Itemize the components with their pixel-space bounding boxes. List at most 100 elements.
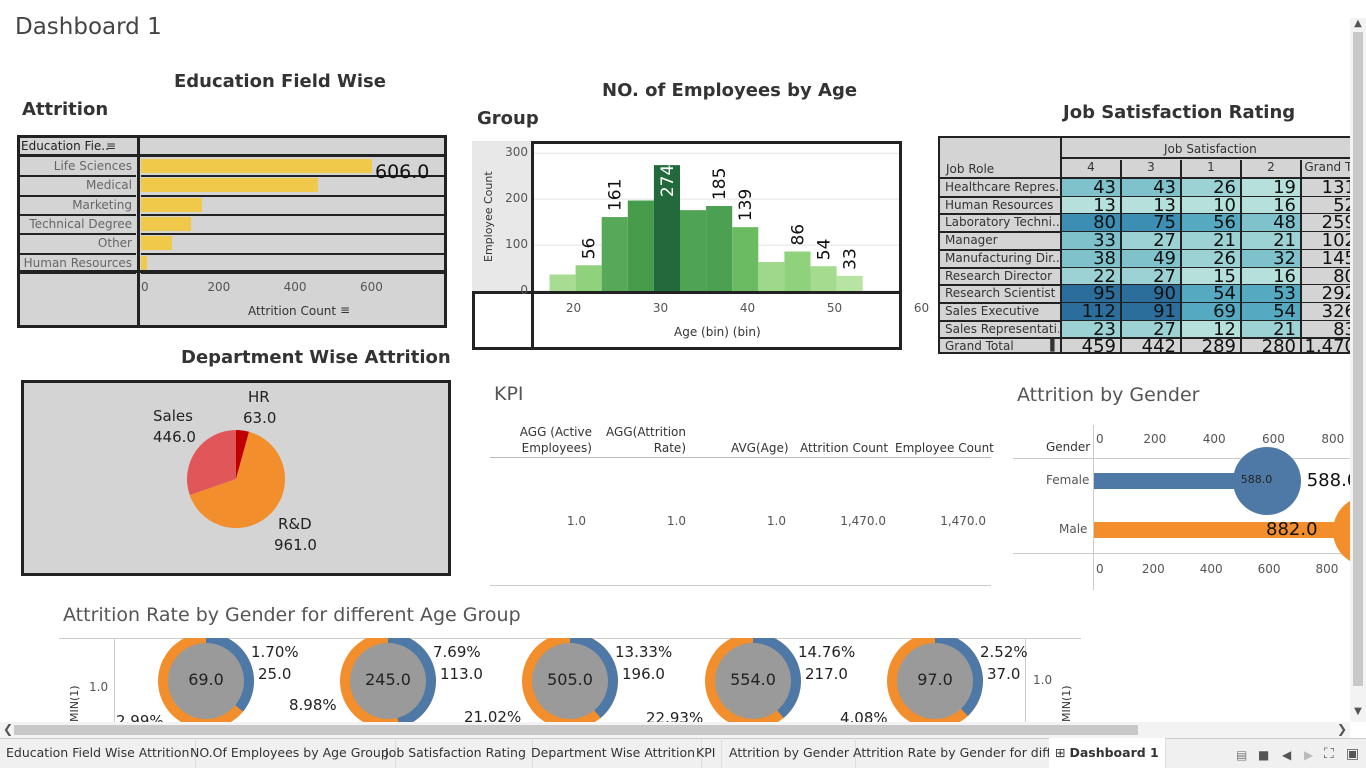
job-rows: Healthcare Repres..43432619131Human Reso… bbox=[940, 179, 1350, 354]
age-bar bbox=[836, 275, 863, 291]
rate-donuts: 69.0 1.70% 25.0 245.0 7.69% 113.0 505.0 13.33% 1… bbox=[0, 638, 1100, 723]
edu-bar bbox=[141, 216, 192, 231]
job-cell: 54 bbox=[1240, 303, 1300, 321]
job-cell: 49 bbox=[1120, 249, 1180, 268]
job-total-cell: 280 bbox=[1240, 338, 1300, 352]
tab-department[interactable]: Department Wise Attrition bbox=[525, 738, 703, 768]
edu-tick-label: 400 bbox=[283, 280, 307, 294]
scroll-down-icon[interactable]: ▼ bbox=[1353, 706, 1363, 720]
job-row-label: Sales Executive bbox=[945, 303, 1040, 318]
dept-label-rd: R&D 961.0 bbox=[274, 515, 317, 554]
rate-donut-value: 97.0 bbox=[917, 670, 953, 689]
gender-value-male: 882.0 bbox=[1266, 519, 1318, 540]
job-total-label: Grand Total bbox=[945, 339, 1014, 354]
job-row-label: Research Scientist bbox=[945, 286, 1056, 301]
edu-data-label: 606.0 bbox=[375, 161, 430, 183]
edu-bar bbox=[141, 236, 173, 251]
filter-icon: ▐ bbox=[1046, 339, 1055, 353]
age-yticks: 300 200 100 0 bbox=[500, 144, 528, 297]
job-cell: 38 bbox=[1060, 249, 1120, 268]
tabs-view-icon[interactable]: ■ bbox=[1258, 748, 1269, 762]
edu-bar bbox=[141, 178, 319, 193]
tab-employees-by-age[interactable]: NO.Of Employees by Age Group bbox=[184, 738, 396, 768]
rate-pct-top: 2.52% bbox=[980, 643, 1028, 661]
gender-inner-label: 588.0 bbox=[1240, 473, 1273, 486]
edu-category-label: Other bbox=[97, 236, 132, 251]
vertical-scrollbar[interactable]: ▲ ▼ bbox=[1350, 18, 1366, 722]
age-bar bbox=[601, 217, 628, 291]
job-row-label: Laboratory Techni.. bbox=[945, 215, 1059, 230]
edu-row-line bbox=[141, 271, 444, 274]
job-table-frame[interactable]: Job Satisfaction Job Role 4312Grand To H… bbox=[938, 136, 1352, 354]
film-strip-icon[interactable]: ▤ bbox=[1236, 748, 1247, 762]
job-column-header: 1 bbox=[1180, 160, 1240, 178]
prev-sheet-icon[interactable]: ◀ bbox=[1282, 748, 1291, 762]
gender-value-female: 588.0 bbox=[1306, 470, 1353, 491]
sort-icon[interactable]: ≡ bbox=[340, 303, 350, 317]
rate-pct-top: 7.69% bbox=[433, 643, 481, 661]
kpi-header-rate: AGG(Attrition Rate) bbox=[606, 425, 686, 455]
tab-attrition-gender[interactable]: Attrition by Gender bbox=[723, 738, 857, 768]
job-column-header: Grand To bbox=[1300, 160, 1350, 178]
job-column-header: 3 bbox=[1120, 160, 1180, 178]
age-bar bbox=[575, 265, 602, 291]
rate-donut-value: 554.0 bbox=[730, 670, 776, 689]
tab-dashboard-label: Dashboard 1 bbox=[1069, 745, 1159, 760]
rate-pct-top: 1.70% bbox=[251, 643, 299, 661]
kpi-header-active: AGG (Active Employees) bbox=[519, 425, 592, 455]
rate-pct-top: 14.76% bbox=[798, 643, 856, 661]
job-row-label: Research Director bbox=[945, 268, 1053, 283]
edu-row-line bbox=[141, 233, 444, 236]
sort-icon[interactable]: ≡ bbox=[106, 139, 116, 153]
job-row-label: Manager bbox=[945, 233, 998, 248]
age-bar-label: 161 bbox=[606, 179, 626, 211]
dept-title: Department Wise Attrition bbox=[181, 347, 451, 368]
next-sheet-icon[interactable]: ▶ bbox=[1304, 748, 1313, 762]
job-cell: 91 bbox=[1120, 303, 1180, 321]
edu-row-line bbox=[20, 233, 136, 236]
horizontal-scroll-thumb[interactable] bbox=[14, 725, 1138, 735]
edu-ticks: 0 200 400 600 bbox=[141, 280, 444, 294]
job-total-cell: 1,470 bbox=[1300, 338, 1350, 352]
edu-title-line1: Education Field Wise bbox=[174, 71, 386, 92]
job-row-label: Healthcare Repres.. bbox=[945, 180, 1059, 194]
gender-plot: Female Male 588.0 588.0 882.0 bbox=[1013, 425, 1353, 585]
edu-category-label: Human Resources bbox=[23, 255, 132, 270]
tab-attrition-rate[interactable]: Attrition Rate by Gender for diff... bbox=[847, 738, 1070, 768]
edu-row-line bbox=[20, 194, 136, 197]
age-xticks: 20 30 40 50 60 bbox=[534, 301, 929, 315]
fullscreen-icon[interactable]: ▣ bbox=[1346, 746, 1359, 762]
age-bar bbox=[680, 210, 707, 291]
edu-divider bbox=[137, 135, 140, 328]
edu-title-line2: Attrition bbox=[22, 99, 109, 120]
tab-kpi[interactable]: KPI bbox=[690, 738, 723, 768]
age-ytick-label: 100 bbox=[505, 237, 528, 252]
fit-screen-icon[interactable]: ⛶ bbox=[1324, 746, 1334, 762]
scroll-left-icon[interactable]: ❮ bbox=[3, 722, 13, 736]
rate-pct-top: 13.33% bbox=[615, 643, 673, 661]
kpi-header-employees: Employee Count bbox=[895, 441, 994, 455]
scroll-right-icon[interactable]: ❯ bbox=[1337, 722, 1347, 736]
scroll-up-icon[interactable]: ▲ bbox=[1353, 18, 1363, 32]
rate-pct-bottom: 21.02% bbox=[464, 708, 522, 723]
job-group-header: Job Satisfaction bbox=[1164, 142, 1257, 156]
horizontal-scrollbar[interactable]: ❮ ❯ bbox=[0, 722, 1350, 738]
kpi-value-active: 1.0 bbox=[566, 514, 586, 528]
edu-category-list: Life Sciences Medical Marketing Technical D… bbox=[20, 157, 136, 274]
age-xtick-label: 40 bbox=[739, 301, 756, 315]
edu-header[interactable]: Education Fie.. bbox=[21, 139, 109, 153]
age-xtick-label: 30 bbox=[652, 301, 669, 315]
age-corner bbox=[472, 291, 534, 350]
job-column-header: 4 bbox=[1060, 160, 1120, 178]
age-axis-vline bbox=[531, 291, 534, 350]
tab-education-field[interactable]: Education Field Wise Attrition bbox=[0, 738, 197, 768]
edu-bar bbox=[141, 255, 147, 270]
kpi-bottom-line bbox=[490, 585, 991, 586]
tab-job-satisfaction[interactable]: Job Satisfaction Rating bbox=[379, 738, 533, 768]
edu-bar bbox=[141, 197, 202, 212]
age-bar-label: 139 bbox=[736, 189, 756, 221]
job-cell: 326 bbox=[1300, 303, 1350, 321]
age-axis-line bbox=[531, 291, 902, 294]
tab-dashboard[interactable]: ⊞ Dashboard 1 bbox=[1049, 738, 1166, 768]
vertical-scroll-thumb[interactable] bbox=[1353, 32, 1363, 686]
